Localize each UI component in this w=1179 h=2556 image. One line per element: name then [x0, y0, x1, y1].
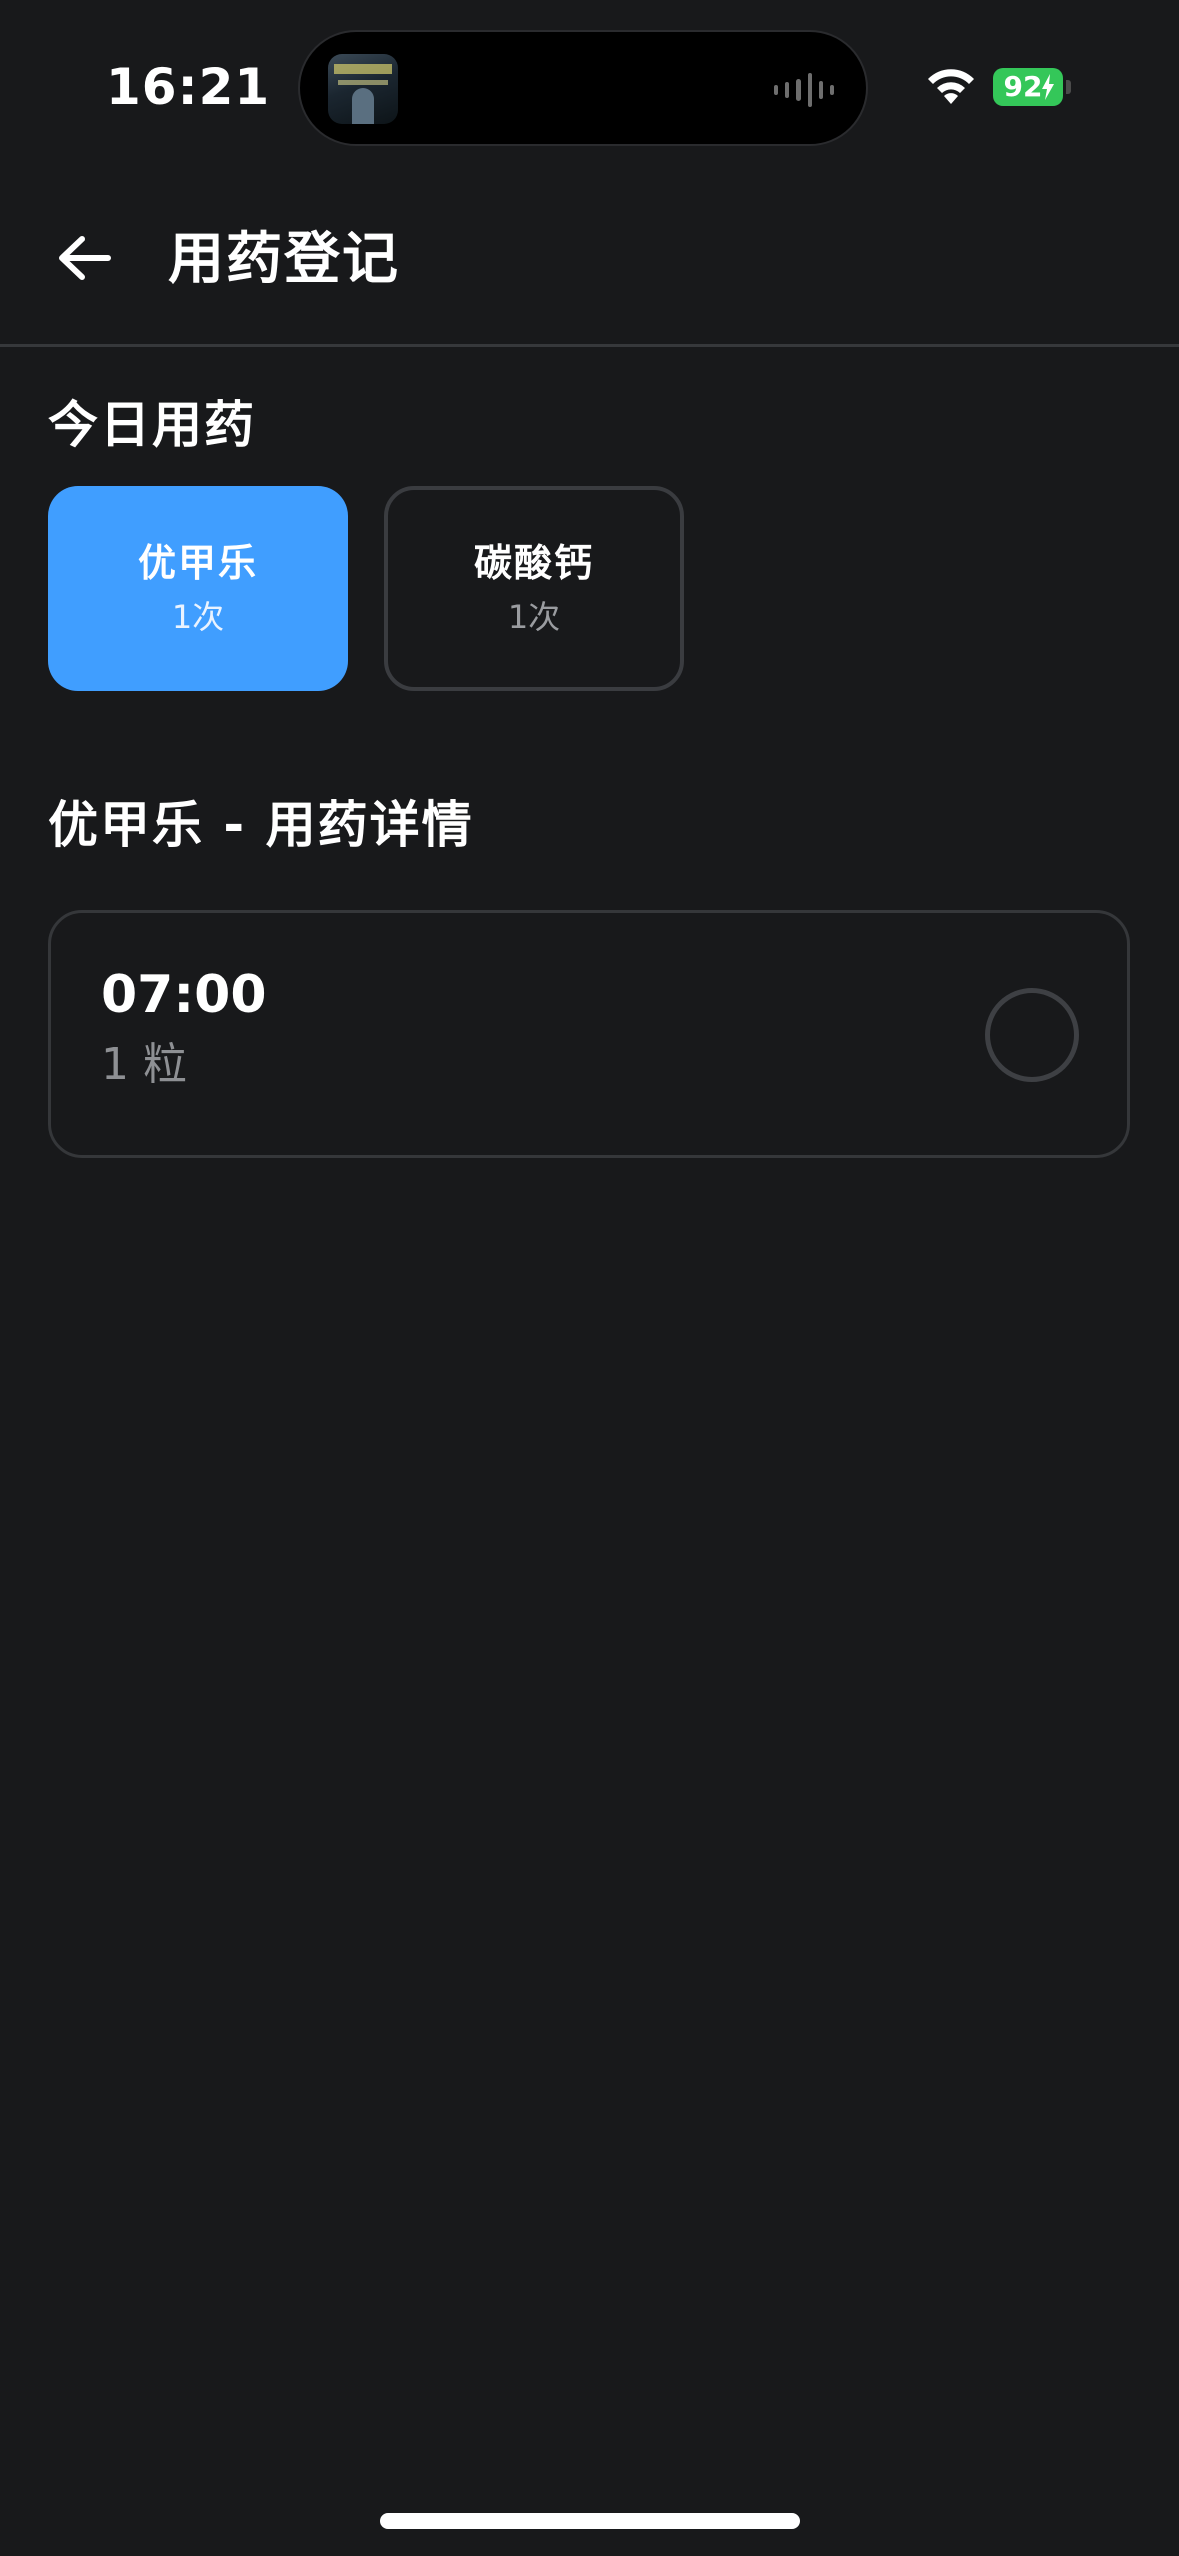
back-button[interactable]	[48, 222, 120, 294]
battery-level: 92	[1003, 70, 1043, 103]
status-time: 16:21	[106, 58, 271, 116]
dose-taken-checkbox[interactable]	[985, 988, 1079, 1082]
medication-name: 碳酸钙	[473, 540, 594, 585]
wifi-icon	[928, 69, 974, 104]
home-indicator[interactable]	[380, 2513, 800, 2529]
medication-name: 优甲乐	[137, 540, 258, 585]
arrow-left-icon	[59, 236, 111, 280]
now-playing-album-art[interactable]	[328, 54, 398, 124]
today-section-title: 今日用药	[48, 396, 256, 454]
medication-card[interactable]: 碳酸钙 1次	[384, 486, 684, 691]
detail-section-title: 优甲乐 - 用药详情	[48, 796, 474, 854]
page-title: 用药登记	[168, 227, 400, 292]
dose-time: 07:00	[101, 965, 267, 1025]
dynamic-island[interactable]	[298, 30, 868, 146]
medication-count: 1次	[507, 597, 561, 636]
header-divider	[0, 344, 1179, 347]
battery-nub	[1066, 80, 1071, 94]
battery-icon: 92	[993, 68, 1063, 106]
charging-bolt-icon	[1042, 74, 1054, 100]
medication-card-selected[interactable]: 优甲乐 1次	[48, 486, 348, 691]
medication-count: 1次	[171, 597, 225, 636]
audio-waveform-icon	[774, 70, 835, 110]
dose-card[interactable]: 07:00 1 粒	[48, 910, 1130, 1158]
dose-amount: 1 粒	[101, 1039, 187, 1090]
